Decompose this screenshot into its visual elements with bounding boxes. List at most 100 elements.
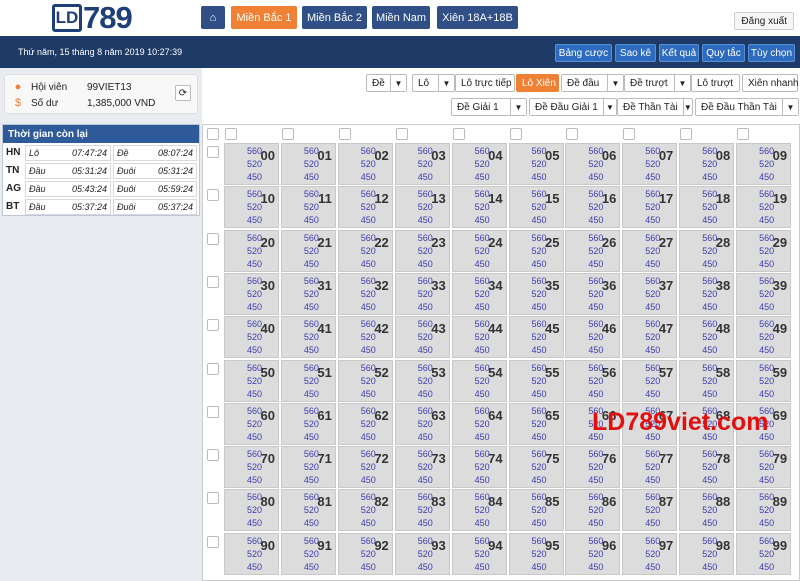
chevron-down-icon[interactable]: ▼ (390, 75, 406, 91)
logout-button[interactable]: Đăng xuất (734, 12, 794, 30)
column-checkbox[interactable] (680, 128, 693, 140)
number-cell[interactable]: 88 560 520 450 (679, 489, 735, 532)
number-cell[interactable]: 86 560 520 450 (565, 489, 621, 532)
number-cell[interactable]: 20 560 520 450 (224, 229, 279, 272)
number-cell[interactable]: 55 560 520 450 (508, 359, 564, 402)
number-cell[interactable]: 96 560 520 450 (565, 532, 621, 575)
column-checkbox[interactable] (623, 128, 636, 140)
number-cell[interactable]: 90 560 520 450 (224, 532, 279, 575)
number-cell[interactable]: 43 560 520 450 (394, 316, 450, 359)
select-all-checkbox[interactable] (207, 128, 219, 140)
number-cell[interactable]: 41 560 520 450 (280, 316, 336, 359)
number-cell[interactable]: 27 560 520 450 (622, 229, 678, 272)
number-cell[interactable]: 40 560 520 450 (224, 316, 279, 359)
column-checkbox[interactable] (281, 128, 294, 140)
number-cell[interactable]: 84 560 520 450 (451, 489, 507, 532)
nav-mien-bac-2[interactable]: Miền Bắc 2 (302, 6, 367, 29)
number-cell[interactable]: 03 560 520 450 (394, 143, 450, 185)
number-cell[interactable]: 87 560 520 450 (622, 489, 678, 532)
number-cell[interactable]: 47 560 520 450 (622, 316, 678, 359)
number-cell[interactable]: 38 560 520 450 (679, 272, 735, 315)
number-cell[interactable]: 04 560 520 450 (451, 143, 507, 185)
nav-xien[interactable]: Xiên 18A+18B (437, 6, 518, 29)
chevron-down-icon[interactable]: ▼ (782, 99, 798, 115)
bang-cuoc-button[interactable]: Bảng cược (555, 44, 612, 62)
number-cell[interactable]: 49 560 520 450 (736, 316, 792, 359)
number-cell[interactable]: 10 560 520 450 (224, 186, 279, 229)
number-cell[interactable]: 26 560 520 450 (565, 229, 621, 272)
home-button[interactable]: ⌂ (201, 6, 225, 29)
number-cell[interactable]: 02 560 520 450 (337, 143, 393, 185)
nav-mien-bac-1[interactable]: Miền Bắc 1 (231, 6, 297, 29)
chevron-down-icon[interactable]: ▼ (602, 99, 616, 115)
number-cell[interactable]: 14 560 520 450 (451, 186, 507, 229)
number-cell[interactable]: 75 560 520 450 (508, 446, 564, 489)
number-cell[interactable]: 68 560 520 450 (679, 402, 735, 445)
number-cell[interactable]: 15 560 520 450 (508, 186, 564, 229)
column-checkbox[interactable] (566, 128, 579, 140)
number-cell[interactable]: 17 560 520 450 (622, 186, 678, 229)
row-checkbox[interactable] (207, 319, 219, 332)
chevron-down-icon[interactable]: ▼ (510, 99, 526, 115)
number-cell[interactable]: 95 560 520 450 (508, 532, 564, 575)
number-cell[interactable]: 18 560 520 450 (679, 186, 735, 229)
number-cell[interactable]: 00 560 520 450 (224, 143, 279, 185)
number-cell[interactable]: 76 560 520 450 (565, 446, 621, 489)
number-cell[interactable]: 48 560 520 450 (679, 316, 735, 359)
number-cell[interactable]: 82 560 520 450 (337, 489, 393, 532)
filter-đề-đầu-giải-1[interactable]: Đề Đầu Giải 1 ▼ (529, 98, 617, 116)
row-checkbox[interactable] (207, 449, 219, 462)
row-checkbox[interactable] (207, 232, 219, 245)
number-cell[interactable]: 85 560 520 450 (508, 489, 564, 532)
number-cell[interactable]: 65 560 520 450 (508, 402, 564, 445)
column-checkbox[interactable] (509, 128, 522, 140)
number-cell[interactable]: 16 560 520 450 (565, 186, 621, 229)
number-cell[interactable]: 53 560 520 450 (394, 359, 450, 402)
number-cell[interactable]: 12 560 520 450 (337, 186, 393, 229)
filter-đề[interactable]: Đề ▼ (366, 74, 407, 92)
logo[interactable]: LD 789 (52, 0, 133, 35)
number-cell[interactable]: 54 560 520 450 (451, 359, 507, 402)
nav-mien-nam[interactable]: Miền Nam (372, 6, 430, 29)
number-cell[interactable]: 01 560 520 450 (280, 143, 336, 185)
number-cell[interactable]: 77 560 520 450 (622, 446, 678, 489)
number-cell[interactable]: 57 560 520 450 (622, 359, 678, 402)
number-cell[interactable]: 66 560 520 450 (565, 402, 621, 445)
number-cell[interactable]: 21 560 520 450 (280, 229, 336, 272)
row-checkbox[interactable] (207, 362, 219, 375)
number-cell[interactable]: 19 560 520 450 (736, 186, 792, 229)
number-cell[interactable]: 56 560 520 450 (565, 359, 621, 402)
number-cell[interactable]: 46 560 520 450 (565, 316, 621, 359)
number-cell[interactable]: 79 560 520 450 (736, 446, 792, 489)
number-cell[interactable]: 97 560 520 450 (622, 532, 678, 575)
number-cell[interactable]: 72 560 520 450 (337, 446, 393, 489)
number-cell[interactable]: 52 560 520 450 (337, 359, 393, 402)
number-cell[interactable]: 36 560 520 450 (565, 272, 621, 315)
filter-đề-đầu-thần-tài[interactable]: Đề Đầu Thần Tài ▼ (695, 98, 799, 116)
number-cell[interactable]: 06 560 520 450 (565, 143, 621, 185)
number-cell[interactable]: 60 560 520 450 (224, 402, 279, 445)
number-cell[interactable]: 07 560 520 450 (622, 143, 678, 185)
number-cell[interactable]: 51 560 520 450 (280, 359, 336, 402)
tuy-chon-button[interactable]: Tùy chọn (748, 44, 795, 62)
filter-lô-trực-tiếp[interactable]: Lô trực tiếp (455, 74, 515, 92)
number-cell[interactable]: 93 560 520 450 (394, 532, 450, 575)
filter-xiên-nhanh[interactable]: Xiên nhanh (742, 74, 799, 92)
filter-lô[interactable]: Lô ▼ (412, 74, 455, 92)
row-checkbox[interactable] (207, 275, 219, 288)
number-cell[interactable]: 09 560 520 450 (736, 143, 792, 185)
filter-đề-đầu[interactable]: Đề đầu ▼ (561, 74, 624, 92)
row-checkbox[interactable] (207, 535, 219, 548)
column-checkbox[interactable] (338, 128, 351, 140)
number-cell[interactable]: 78 560 520 450 (679, 446, 735, 489)
number-cell[interactable]: 91 560 520 450 (280, 532, 336, 575)
number-cell[interactable]: 64 560 520 450 (451, 402, 507, 445)
number-cell[interactable]: 33 560 520 450 (394, 272, 450, 315)
filter-lô-trượt[interactable]: Lô trượt (691, 74, 740, 92)
filter-lô-xiên[interactable]: Lô Xiên (516, 74, 559, 92)
number-cell[interactable]: 23 560 520 450 (394, 229, 450, 272)
number-cell[interactable]: 80 560 520 450 (224, 489, 279, 532)
quy-tac-button[interactable]: Quy tắc (702, 44, 745, 62)
number-cell[interactable]: 94 560 520 450 (451, 532, 507, 575)
number-cell[interactable]: 42 560 520 450 (337, 316, 393, 359)
